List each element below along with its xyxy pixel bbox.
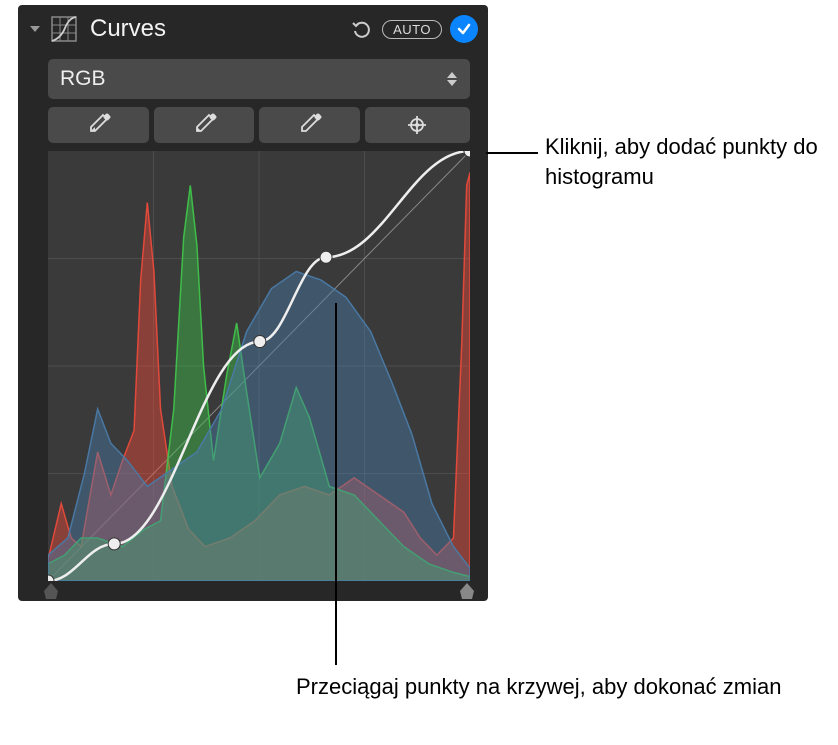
enabled-checkmark-icon[interactable]	[450, 15, 478, 43]
white-point-eyedropper-button[interactable]	[259, 107, 360, 143]
auto-button[interactable]: AUTO	[382, 20, 442, 39]
black-point-slider[interactable]	[44, 583, 58, 599]
gray-point-eyedropper-button[interactable]	[154, 107, 255, 143]
panel-title: Curves	[90, 15, 342, 43]
eyedropper-toolbar	[48, 107, 470, 143]
callout-line	[486, 152, 538, 154]
callout-drag-points: Przeciągaj punkty na krzywej, aby dokona…	[296, 672, 781, 702]
disclosure-triangle-icon[interactable]	[28, 22, 42, 36]
curves-panel: Curves AUTO RGB	[18, 5, 488, 601]
add-point-button[interactable]	[365, 107, 471, 143]
white-point-slider[interactable]	[460, 583, 474, 599]
black-point-eyedropper-button[interactable]	[48, 107, 149, 143]
channel-dropdown-label: RGB	[60, 67, 446, 91]
curves-icon	[50, 15, 78, 43]
histogram-container	[48, 151, 470, 581]
curves-histogram[interactable]	[48, 151, 470, 581]
channel-dropdown[interactable]: RGB	[48, 59, 470, 99]
callout-add-points: Kliknij, aby dodać punkty do histogramu	[545, 132, 838, 191]
undo-icon[interactable]	[350, 17, 374, 41]
updown-chevron-icon	[446, 72, 458, 86]
panel-header: Curves AUTO	[18, 5, 488, 53]
